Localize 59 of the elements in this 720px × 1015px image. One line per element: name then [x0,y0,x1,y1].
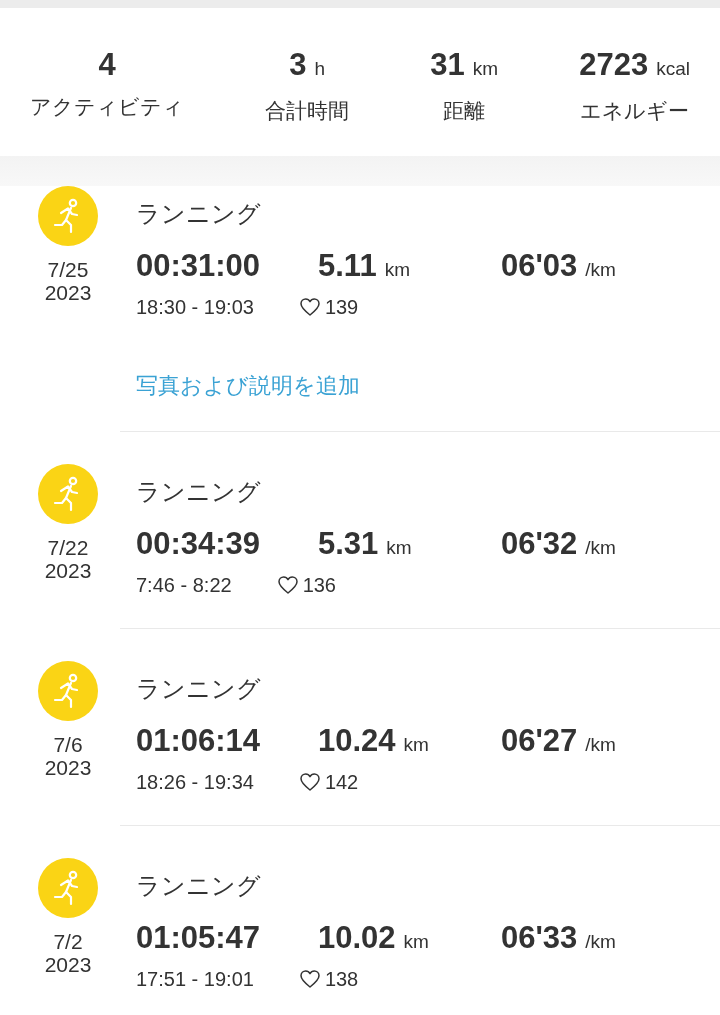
heart-rate: 138 [324,967,359,992]
heart-icon [299,298,320,316]
activity-title: ランニング [136,674,262,704]
distance-unit: km [386,536,412,560]
summary-label: 距離 [443,98,486,124]
heart-icon [277,576,298,594]
distance-unit: km [403,733,429,757]
time-range: 18:30 - 19:03 [136,295,254,320]
activity-year: 2023 [44,756,92,779]
summary-label: アクティビティ [30,94,184,120]
summary-unit: kcal [656,57,690,81]
pace-unit: /km [585,733,616,757]
pace-unit: /km [585,536,616,560]
heart-rate: 142 [324,770,359,795]
pace-unit: /km [585,930,616,954]
heart-rate: 136 [302,573,336,598]
distance-unit: km [403,930,429,954]
pace-unit: /km [585,258,616,282]
summary-value: 31 [430,47,465,83]
running-icon [38,464,98,524]
time-range: 7:46 - 8:22 [136,573,232,598]
summary-label: エネルギー [580,98,690,124]
activity-pace: 06'33 [501,919,578,957]
activity-distance: 5.31 [318,525,379,563]
activity-title: ランニング [136,871,262,901]
running-icon [38,661,98,721]
summary-value: 4 [98,47,116,83]
activity-date: 7/6 [53,733,83,756]
activity-duration: 01:06:14 [136,722,261,760]
activity-distance: 5.11 [318,247,377,285]
activity-year: 2023 [44,281,92,304]
activity-date: 7/22 [47,536,89,559]
activity-title: ランニング [136,199,262,229]
time-range: 17:51 - 19:01 [136,967,254,992]
heart-icon [299,773,320,791]
activity-distance: 10.02 [318,919,396,957]
summary-label: 合計時間 [265,98,350,124]
add-photo-link[interactable]: 写真および説明を追加 [136,371,360,401]
activity-year: 2023 [44,559,92,582]
heart-rate: 139 [324,295,359,320]
activity-duration: 00:34:39 [136,525,261,563]
activity-year: 2023 [44,953,92,976]
distance-unit: km [384,258,410,282]
time-range: 18:26 - 19:34 [136,770,254,795]
summary-unit: km [472,57,499,81]
summary-unit: h [314,57,326,81]
activity-pace: 06'32 [501,525,578,563]
activity-title: ランニング [136,477,262,507]
heart-icon [299,970,320,988]
activity-duration: 00:31:00 [136,247,261,285]
activity-distance: 10.24 [318,722,396,760]
activity-date: 7/2 [53,930,83,953]
summary-value: 2723 [579,47,649,83]
activity-date: 7/25 [47,258,89,281]
running-icon [38,858,98,918]
activity-duration: 01:05:47 [136,919,261,957]
activity-pace: 06'27 [501,722,578,760]
activity-pace: 06'03 [501,247,578,285]
summary-value: 3 [289,47,307,83]
